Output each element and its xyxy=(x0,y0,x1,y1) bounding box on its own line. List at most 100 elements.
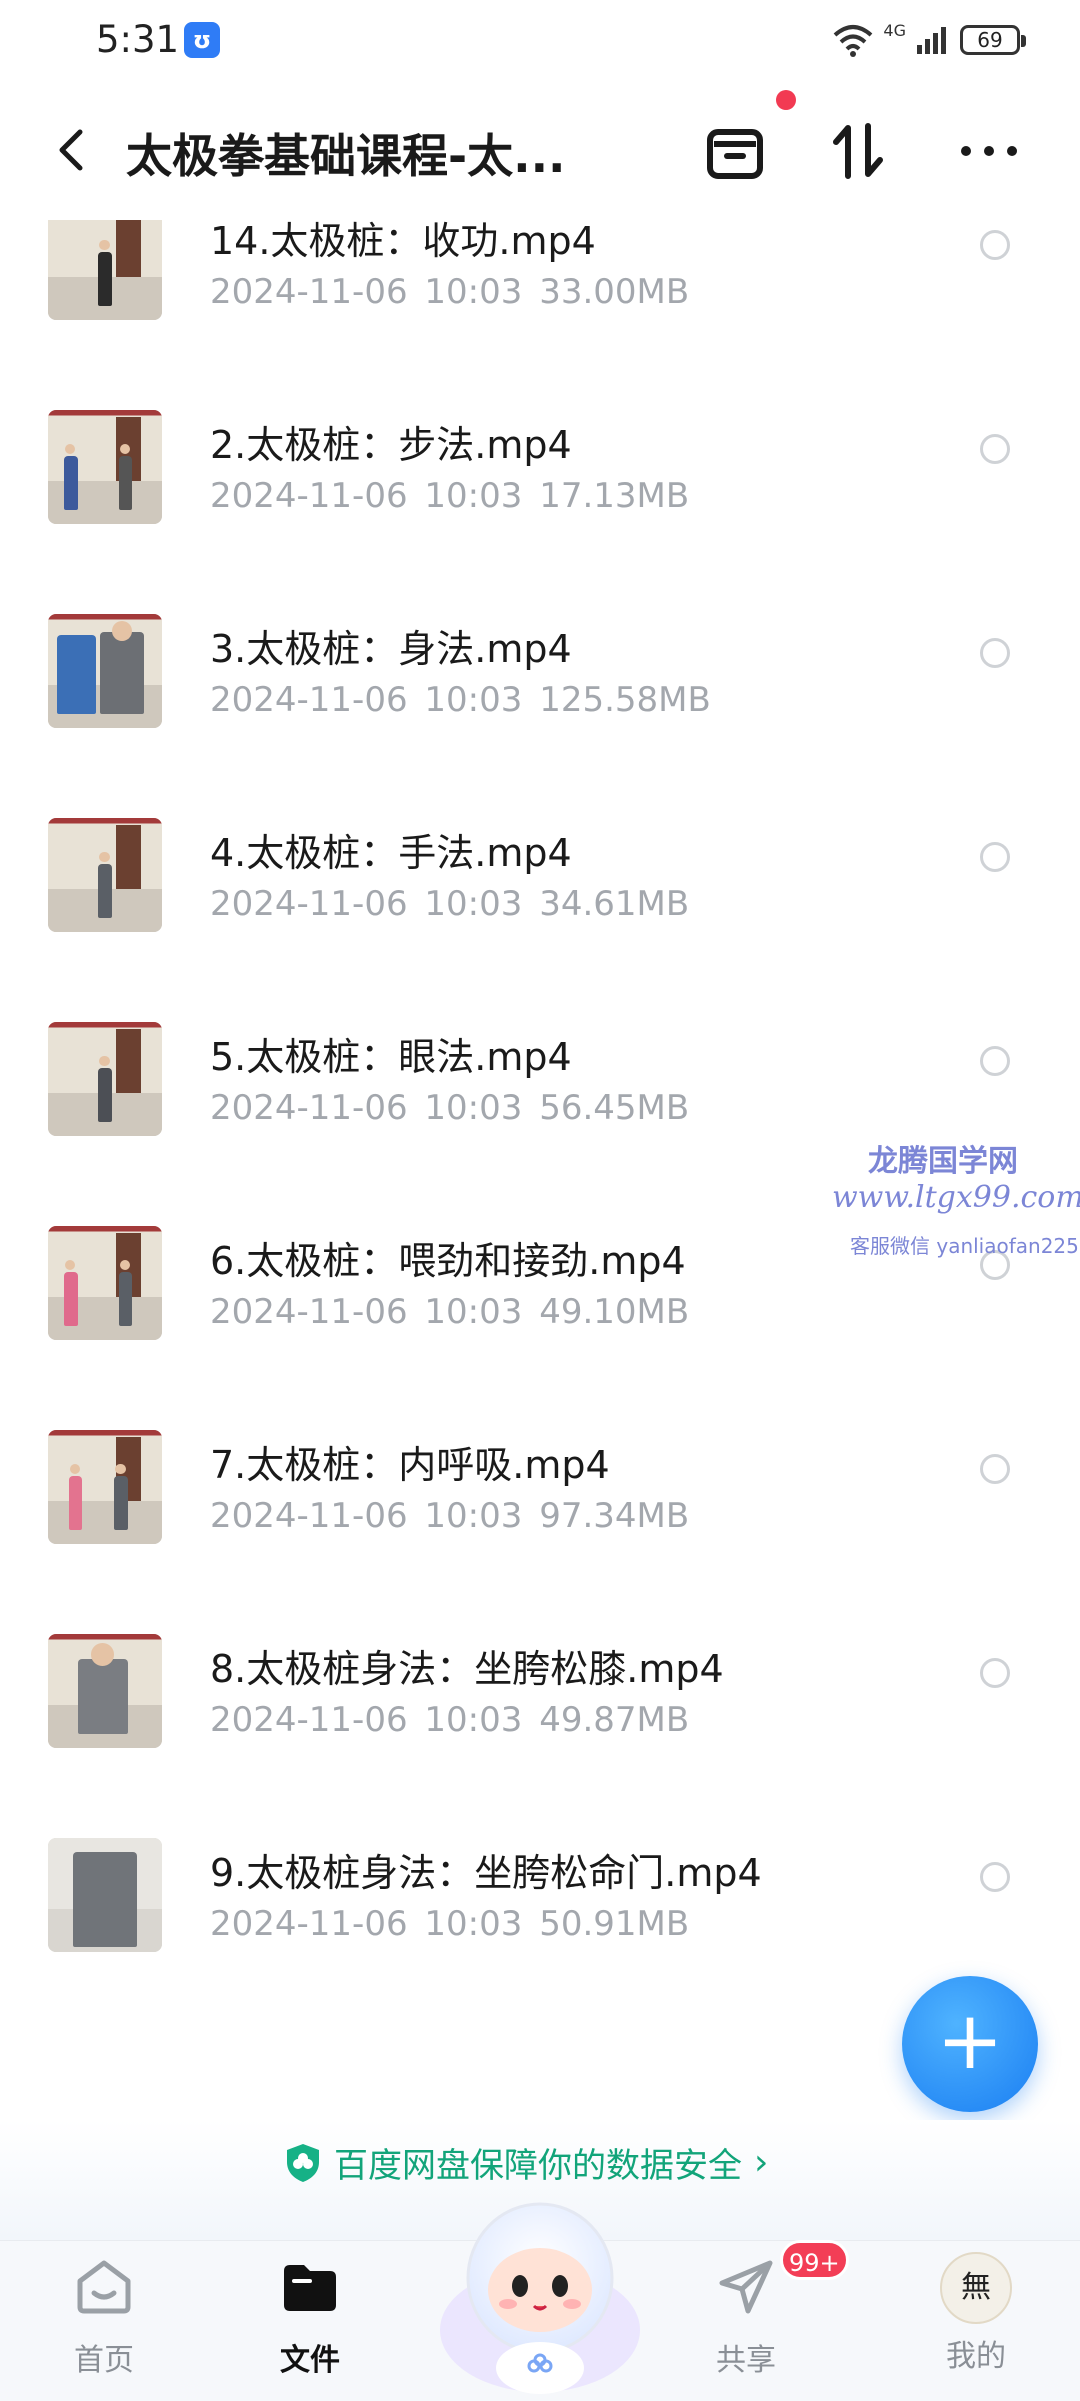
file-time: 10:03 xyxy=(424,1904,523,1944)
add-button[interactable]: + xyxy=(902,1976,1038,2112)
file-size: 49.10MB xyxy=(539,1292,690,1332)
nav-share-label: 共享 xyxy=(716,2343,776,2378)
select-checkbox[interactable] xyxy=(980,1454,1010,1484)
file-date: 2024-11-06 xyxy=(210,1088,408,1128)
video-thumbnail xyxy=(48,1430,162,1544)
page-title: 太极拳基础课程-太... xyxy=(126,129,566,183)
back-arrow-icon[interactable] xyxy=(48,120,96,180)
network-type: 4G xyxy=(883,20,906,40)
file-time: 10:03 xyxy=(424,1700,523,1740)
shield-icon xyxy=(287,2143,319,2182)
nav-files-label: 文件 xyxy=(280,2343,340,2378)
video-thumbnail xyxy=(48,818,162,932)
watermark-url: www.ltgx99.com xyxy=(832,1180,1080,1215)
file-row[interactable]: 2.太极桩：步法.mp4 2024-11-06 10:03 17.13MB xyxy=(0,410,1080,614)
file-name: 5.太极桩：眼法.mp4 xyxy=(210,1035,572,1079)
file-size: 34.61MB xyxy=(539,884,690,924)
wifi-icon xyxy=(834,25,873,57)
watermark-contact: 客服微信 yanliaofan225 xyxy=(850,1234,1079,1258)
avatar[interactable]: 無 xyxy=(940,2252,1012,2324)
file-size: 97.34MB xyxy=(539,1496,690,1536)
archive-box-icon[interactable] xyxy=(700,116,770,186)
file-size: 125.58MB xyxy=(539,680,711,720)
select-checkbox[interactable] xyxy=(980,1862,1010,1892)
video-thumbnail xyxy=(48,1226,162,1340)
file-date: 2024-11-06 xyxy=(210,1904,408,1944)
file-name: 9.太极桩身法：坐胯松命门.mp4 xyxy=(210,1851,762,1895)
file-time: 10:03 xyxy=(424,680,523,720)
select-checkbox[interactable] xyxy=(980,842,1010,872)
file-size: 17.13MB xyxy=(539,476,690,516)
file-time: 10:03 xyxy=(424,884,523,924)
paper-plane-icon xyxy=(719,2260,773,2314)
file-date: 2024-11-06 xyxy=(210,1496,408,1536)
file-row[interactable]: 14.太极桩：收功.mp4 2024-11-06 10:03 33.00MB xyxy=(0,206,1080,410)
notification-dot xyxy=(776,90,796,110)
more-options-icon[interactable] xyxy=(954,116,1024,186)
nav-files[interactable]: 文件 xyxy=(240,2257,380,2379)
mascot-assistant-icon[interactable] xyxy=(430,2180,650,2400)
file-name: 7.太极桩：内呼吸.mp4 xyxy=(210,1443,610,1487)
video-thumbnail xyxy=(48,410,162,524)
select-checkbox[interactable] xyxy=(980,434,1010,464)
file-meta: 2024-11-06 10:03 34.61MB xyxy=(210,884,689,924)
video-thumbnail xyxy=(48,1838,162,1952)
file-meta: 2024-11-06 10:03 97.34MB xyxy=(210,1496,689,1536)
file-time: 10:03 xyxy=(424,1496,523,1536)
file-name: 6.太极桩：喂劲和接劲.mp4 xyxy=(210,1239,686,1283)
file-meta: 2024-11-06 10:03 17.13MB xyxy=(210,476,689,516)
status-time: 5:31 xyxy=(96,18,180,61)
sort-icon[interactable] xyxy=(824,116,894,186)
file-row[interactable]: 7.太极桩：内呼吸.mp4 2024-11-06 10:03 97.34MB xyxy=(0,1430,1080,1634)
watermark-title: 龙腾国学网 xyxy=(868,1144,1018,1179)
select-checkbox[interactable] xyxy=(980,230,1010,260)
file-row[interactable]: 3.太极桩：身法.mp4 2024-11-06 10:03 125.58MB xyxy=(0,614,1080,818)
select-checkbox[interactable] xyxy=(980,1046,1010,1076)
select-checkbox[interactable] xyxy=(980,1658,1010,1688)
video-thumbnail xyxy=(48,1022,162,1136)
select-checkbox[interactable] xyxy=(980,638,1010,668)
file-size: 56.45MB xyxy=(539,1088,690,1128)
file-name: 3.太极桩：身法.mp4 xyxy=(210,627,572,671)
video-thumbnail xyxy=(48,1634,162,1748)
file-meta: 2024-11-06 10:03 56.45MB xyxy=(210,1088,689,1128)
file-row[interactable]: 4.太极桩：手法.mp4 2024-11-06 10:03 34.61MB xyxy=(0,818,1080,1022)
top-app-bar: 太极拳基础课程-太... xyxy=(0,80,1080,220)
file-time: 10:03 xyxy=(424,1088,523,1128)
file-size: 49.87MB xyxy=(539,1700,690,1740)
chevron-right-icon: › xyxy=(754,2142,769,2183)
file-row[interactable]: 8.太极桩身法：坐胯松膝.mp4 2024-11-06 10:03 49.87M… xyxy=(0,1634,1080,1838)
file-meta: 2024-11-06 10:03 125.58MB xyxy=(210,680,711,720)
file-size: 33.00MB xyxy=(539,272,690,312)
file-time: 10:03 xyxy=(424,1292,523,1332)
file-meta: 2024-11-06 10:03 50.91MB xyxy=(210,1904,689,1944)
file-meta: 2024-11-06 10:03 49.87MB xyxy=(210,1700,689,1740)
status-bar: 5:31 ʊ 4G 69 xyxy=(0,0,1080,80)
file-name: 2.太极桩：步法.mp4 xyxy=(210,423,572,467)
file-date: 2024-11-06 xyxy=(210,884,408,924)
nav-mine-label: 我的 xyxy=(946,2339,1006,2374)
status-indicators: 4G 69 xyxy=(833,18,1026,62)
share-count-badge: 99+ xyxy=(780,2240,849,2280)
folder-icon xyxy=(284,2265,336,2311)
battery-icon: 69 xyxy=(960,25,1026,55)
signal-icon xyxy=(917,27,946,54)
nav-home-label: 首页 xyxy=(74,2343,134,2378)
file-meta: 2024-11-06 10:03 33.00MB xyxy=(210,272,689,312)
app-notification-icon: ʊ xyxy=(184,22,220,58)
video-thumbnail xyxy=(48,614,162,728)
file-date: 2024-11-06 xyxy=(210,476,408,516)
nav-home[interactable]: 首页 xyxy=(34,2257,174,2379)
file-date: 2024-11-06 xyxy=(210,272,408,312)
video-thumbnail xyxy=(48,206,162,320)
file-date: 2024-11-06 xyxy=(210,1700,408,1740)
home-icon xyxy=(77,2260,131,2314)
file-name: 4.太极桩：手法.mp4 xyxy=(210,831,572,875)
file-date: 2024-11-06 xyxy=(210,1292,408,1332)
file-name: 8.太极桩身法：坐胯松膝.mp4 xyxy=(210,1647,724,1691)
file-time: 10:03 xyxy=(424,272,523,312)
file-size: 50.91MB xyxy=(539,1904,690,1944)
file-time: 10:03 xyxy=(424,476,523,516)
file-date: 2024-11-06 xyxy=(210,680,408,720)
file-meta: 2024-11-06 10:03 49.10MB xyxy=(210,1292,689,1332)
